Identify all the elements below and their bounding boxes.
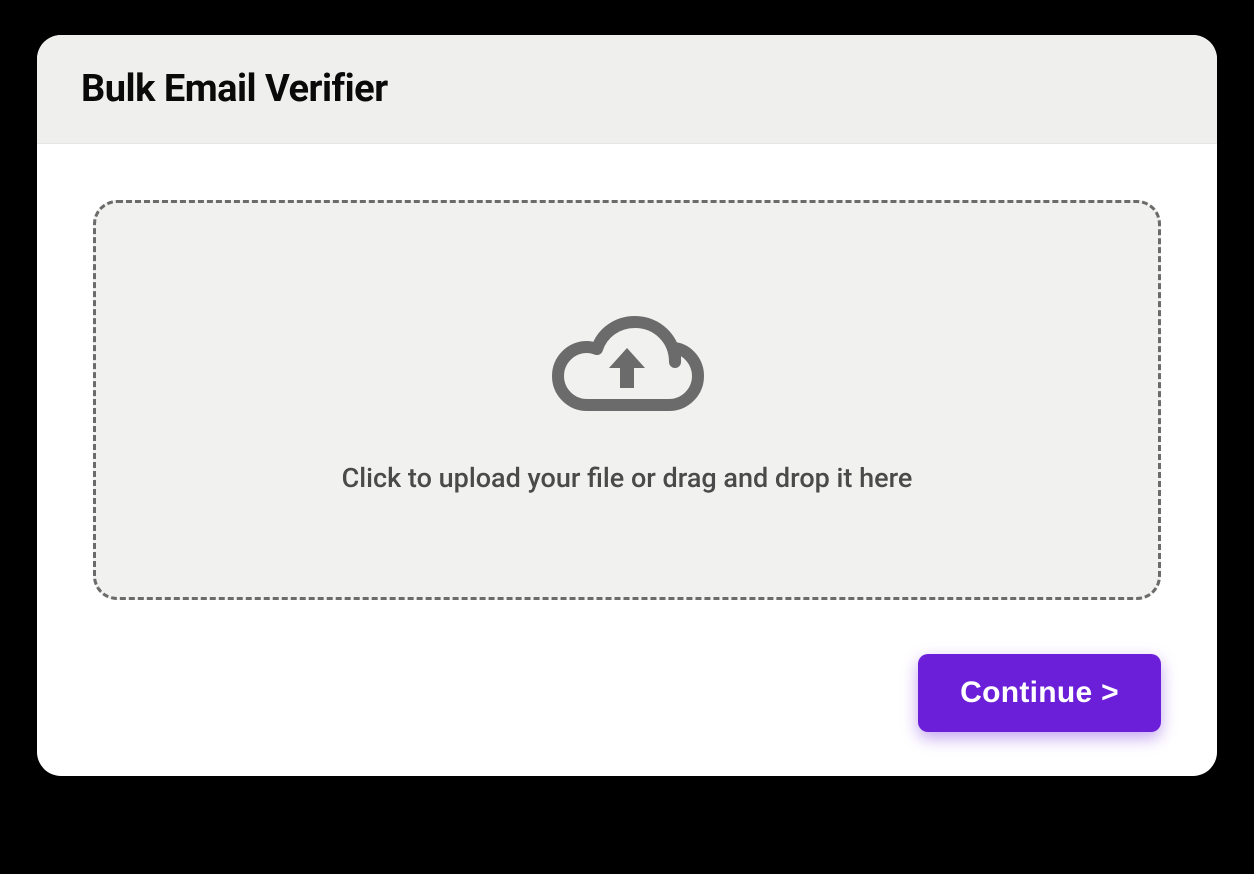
file-dropzone[interactable]: Click to upload your file or drag and dr… [93, 200, 1161, 600]
card-footer: Continue > [37, 654, 1217, 776]
card-body: Click to upload your file or drag and dr… [37, 144, 1217, 644]
dropzone-instruction: Click to upload your file or drag and dr… [342, 462, 913, 494]
continue-button[interactable]: Continue > [918, 654, 1161, 732]
card-header: Bulk Email Verifier [37, 35, 1217, 144]
page-title: Bulk Email Verifier [81, 67, 1173, 111]
verifier-card: Bulk Email Verifier Click to upload your… [37, 35, 1217, 776]
cloud-upload-icon [547, 306, 707, 426]
